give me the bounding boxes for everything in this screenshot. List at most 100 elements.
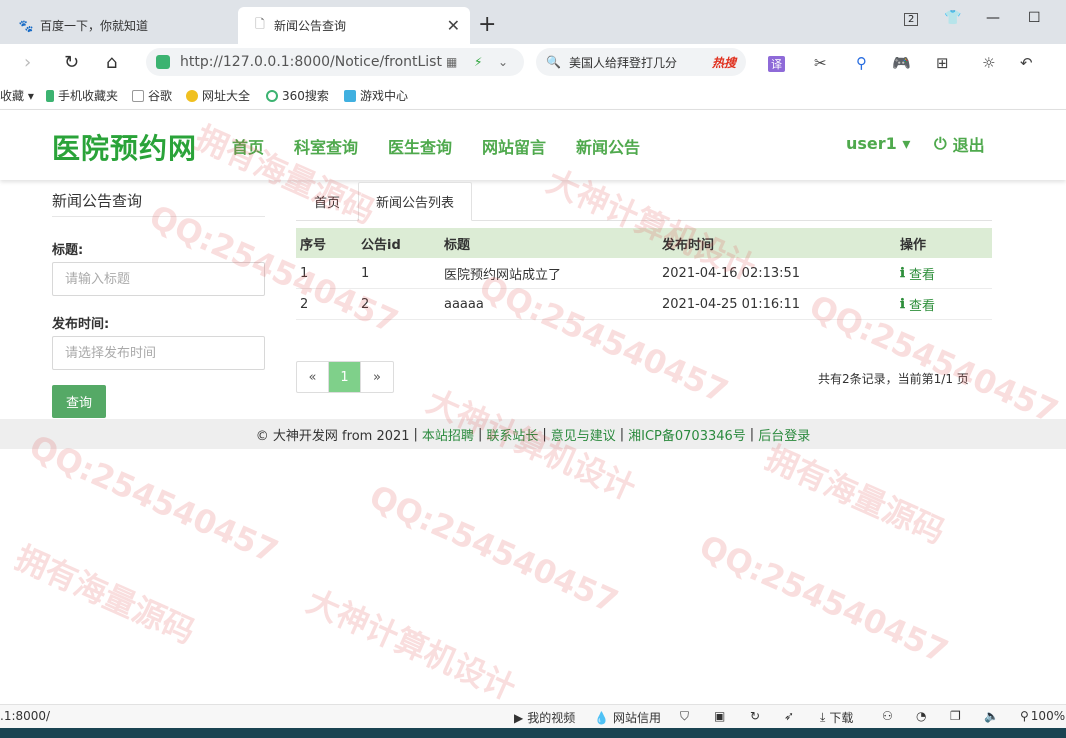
logout-button[interactable]: ⏻ 退出 (934, 132, 985, 156)
site-logo[interactable]: 医院预约网 (52, 127, 197, 167)
baidu-paw-icon: 🐾 (18, 18, 34, 33)
reload-icon[interactable]: ↻ (64, 52, 79, 73)
search-field[interactable]: 🔍 美国人给拜登打几分 热搜 (536, 48, 746, 76)
nav-department[interactable]: 科室查询 (294, 134, 358, 158)
download-icon: ⤓ (820, 710, 826, 724)
title-label: 标题: (52, 243, 84, 258)
bookmark-hao[interactable]: 网址大全 (186, 87, 250, 104)
bookmark-games[interactable]: 游戏中心 (344, 87, 408, 104)
hot-search-badge[interactable]: 热搜 (712, 54, 736, 71)
nav-home[interactable]: 首页 (232, 134, 264, 158)
scissors-icon[interactable]: ✂ (814, 54, 827, 72)
lightning-icon[interactable]: ⚡ (474, 55, 482, 69)
browser-tab-notice[interactable]: 🗋 新闻公告查询 ✕ (238, 7, 470, 44)
home-icon[interactable]: ⌂ (106, 52, 117, 73)
footer-link-feedback[interactable]: 意见与建议 (551, 425, 616, 444)
browser-tab-bar: 🐾 百度一下，你就知道 🗋 新闻公告查询 ✕ + 2 👕 — ☐ (0, 0, 1066, 44)
360-icon (266, 89, 278, 102)
shield-icon[interactable]: ⛉ (680, 709, 689, 724)
logout-label: 退出 (952, 136, 985, 155)
title-input[interactable] (52, 262, 265, 296)
date-label: 发布时间: (52, 317, 110, 332)
page-prev[interactable]: « (297, 362, 329, 392)
chevron-down-icon[interactable]: ⌄ (498, 55, 508, 69)
header-cell: 标题 (444, 237, 471, 253)
cell-action: ℹ 查看 (896, 295, 992, 314)
window-icon[interactable]: ❐ (950, 709, 961, 723)
cell-id: 1 (361, 265, 370, 281)
bookmark-google[interactable]: 谷歌 (132, 87, 172, 104)
nav-notice[interactable]: 新闻公告 (576, 134, 640, 158)
image-icon[interactable]: ▣ (714, 709, 725, 723)
page-next[interactable]: » (361, 362, 393, 392)
pagination: « 1 » (296, 361, 394, 393)
table-row: 1 1 医院预约网站成立了 2021-04-16 02:13:51 ℹ 查看 (296, 258, 992, 289)
footer-link-contact[interactable]: 联系站长 (486, 425, 538, 444)
watermark-text: 拥有海量源码 (9, 538, 201, 652)
view-label: 查看 (908, 298, 935, 314)
watermark-text: 大神计算机设计 (301, 581, 522, 708)
rocket-icon[interactable]: ➶ (784, 709, 794, 723)
copyright: © 大神开发网 from 2021 (255, 428, 410, 444)
download-button[interactable]: ⤓ 下载 (820, 709, 853, 726)
security-shield-icon (156, 55, 170, 69)
cell-time: 2021-04-25 01:16:11 (662, 296, 801, 312)
apps-grid-icon[interactable]: ⊞ (936, 54, 949, 72)
date-input[interactable] (52, 336, 265, 370)
zoom-level[interactable]: ⚲ 100% (1020, 709, 1065, 723)
site-footer: © 大神开发网 from 2021 | 本站招聘 | 联系站长 | 意见与建议 … (0, 419, 1066, 449)
site-credit-button[interactable]: 💧 网站信用 (594, 709, 661, 726)
status-url: .1:8000/ (0, 709, 51, 723)
separator: | (542, 426, 547, 442)
skin-icon[interactable]: 👕 (944, 10, 961, 26)
separator: | (413, 426, 418, 442)
url-text: http://127.0.0.1:8000/Notice/frontList (180, 54, 442, 70)
tab-home[interactable]: 首页 (296, 182, 358, 221)
query-button[interactable]: 查询 (52, 385, 106, 418)
my-video-button[interactable]: ▶ 我的视频 (514, 709, 575, 726)
bookmark-favorites[interactable]: 收藏 ▾ (0, 87, 34, 104)
bookmark-360[interactable]: 360搜索 (266, 87, 329, 104)
speaker-icon[interactable]: 🔈 (984, 709, 999, 723)
magnifier-icon[interactable]: ⚲ (856, 54, 867, 72)
undo-icon[interactable]: ↶ (1020, 54, 1033, 72)
tab-count-icon[interactable]: 2 (904, 13, 919, 26)
view-link[interactable]: ℹ 查看 (900, 264, 935, 283)
forward-icon[interactable]: › (24, 52, 31, 73)
watermark-text: 拥有海量源码 (759, 438, 951, 552)
phone-icon (46, 89, 54, 102)
nav-doctor[interactable]: 医生查询 (388, 134, 452, 158)
translate-icon[interactable]: 译 (768, 56, 785, 72)
tab-notice-list[interactable]: 新闻公告列表 (358, 182, 472, 221)
close-icon[interactable]: ✕ (447, 16, 460, 35)
status-label: 我的视频 (527, 711, 576, 725)
incognito-icon[interactable]: ⚇ (882, 709, 893, 723)
view-label: 查看 (908, 267, 935, 283)
edge-icon[interactable]: ◔ (916, 709, 926, 723)
brightness-icon[interactable]: ☼ (982, 54, 995, 72)
user-menu[interactable]: user1 ▾ (846, 134, 910, 153)
cell-title: 医院预约网站成立了 (444, 267, 562, 283)
new-tab-icon[interactable]: + (478, 12, 496, 37)
browser-tab-baidu[interactable]: 🐾 百度一下，你就知道 (0, 7, 236, 44)
nav-message[interactable]: 网站留言 (482, 134, 546, 158)
footer-link-icp[interactable]: 湘ICP备0703346号 (628, 425, 746, 444)
header-cell: 发布时间 (662, 237, 715, 253)
view-link[interactable]: ℹ 查看 (900, 295, 935, 314)
gamepad-icon[interactable]: 🎮 (892, 54, 911, 72)
cell-id: 2 (361, 296, 370, 312)
status-label: 网站信用 (612, 711, 661, 725)
bookmark-mobile[interactable]: 手机收藏夹 (46, 87, 118, 104)
url-field[interactable]: http://127.0.0.1:8000/Notice/frontList ▦… (146, 48, 524, 76)
info-icon: ℹ (900, 296, 905, 312)
refresh-icon[interactable]: ↻ (750, 709, 760, 723)
minimize-icon[interactable]: — (986, 10, 1000, 26)
footer-link-admin[interactable]: 后台登录 (758, 425, 810, 444)
qr-icon[interactable]: ▦ (446, 55, 457, 69)
browser-tab-label: 百度一下，你就知道 (40, 19, 149, 33)
maximize-icon[interactable]: ☐ (1028, 10, 1041, 26)
footer-link-recruit[interactable]: 本站招聘 (422, 425, 474, 444)
zoom-value: 100% (1030, 709, 1066, 723)
page-current[interactable]: 1 (329, 362, 361, 392)
video-icon: ▶ (514, 710, 524, 725)
